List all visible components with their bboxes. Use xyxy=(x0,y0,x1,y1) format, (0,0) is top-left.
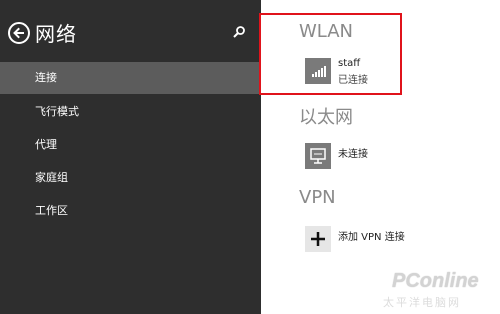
sidebar-item-proxy[interactable]: 代理 xyxy=(0,129,261,161)
watermark: PConline 太平洋电脑网 xyxy=(378,268,498,312)
ethernet-heading: 以太网 xyxy=(299,107,353,128)
sidebar-item-label: 工作区 xyxy=(35,204,68,217)
sidebar-item-label: 家庭组 xyxy=(35,171,68,184)
sidebar-item-label: 飞行模式 xyxy=(35,105,79,118)
back-button[interactable] xyxy=(8,22,30,44)
vpn-heading: VPN xyxy=(299,187,336,208)
wlan-highlight-annotation xyxy=(259,13,402,95)
plus-icon xyxy=(311,232,325,246)
sidebar-item-workplace[interactable]: 工作区 xyxy=(0,195,261,227)
settings-sidebar: 网络 连接 飞行模式 代理 家庭组 工作区 xyxy=(0,0,261,314)
sidebar-item-homegroup[interactable]: 家庭组 xyxy=(0,162,261,194)
sidebar-item-label: 代理 xyxy=(35,138,57,151)
sidebar-item-airplane-mode[interactable]: 飞行模式 xyxy=(0,96,261,128)
ethernet-status: 未连接 xyxy=(338,149,368,160)
sidebar-item-connections[interactable]: 连接 xyxy=(0,62,261,94)
vpn-tile-icon xyxy=(305,226,331,252)
ethernet-monitor-icon xyxy=(310,148,326,164)
ethernet-tile-icon xyxy=(305,143,331,169)
back-arrow-icon xyxy=(13,27,24,39)
page-title: 网络 xyxy=(35,22,77,46)
search-icon[interactable] xyxy=(232,25,246,39)
watermark-subtitle: 太平洋电脑网 xyxy=(383,296,461,309)
add-vpn-label: 添加 VPN 连接 xyxy=(338,232,405,243)
watermark-logo: PConline xyxy=(392,270,479,292)
sidebar-item-label: 连接 xyxy=(35,71,57,84)
